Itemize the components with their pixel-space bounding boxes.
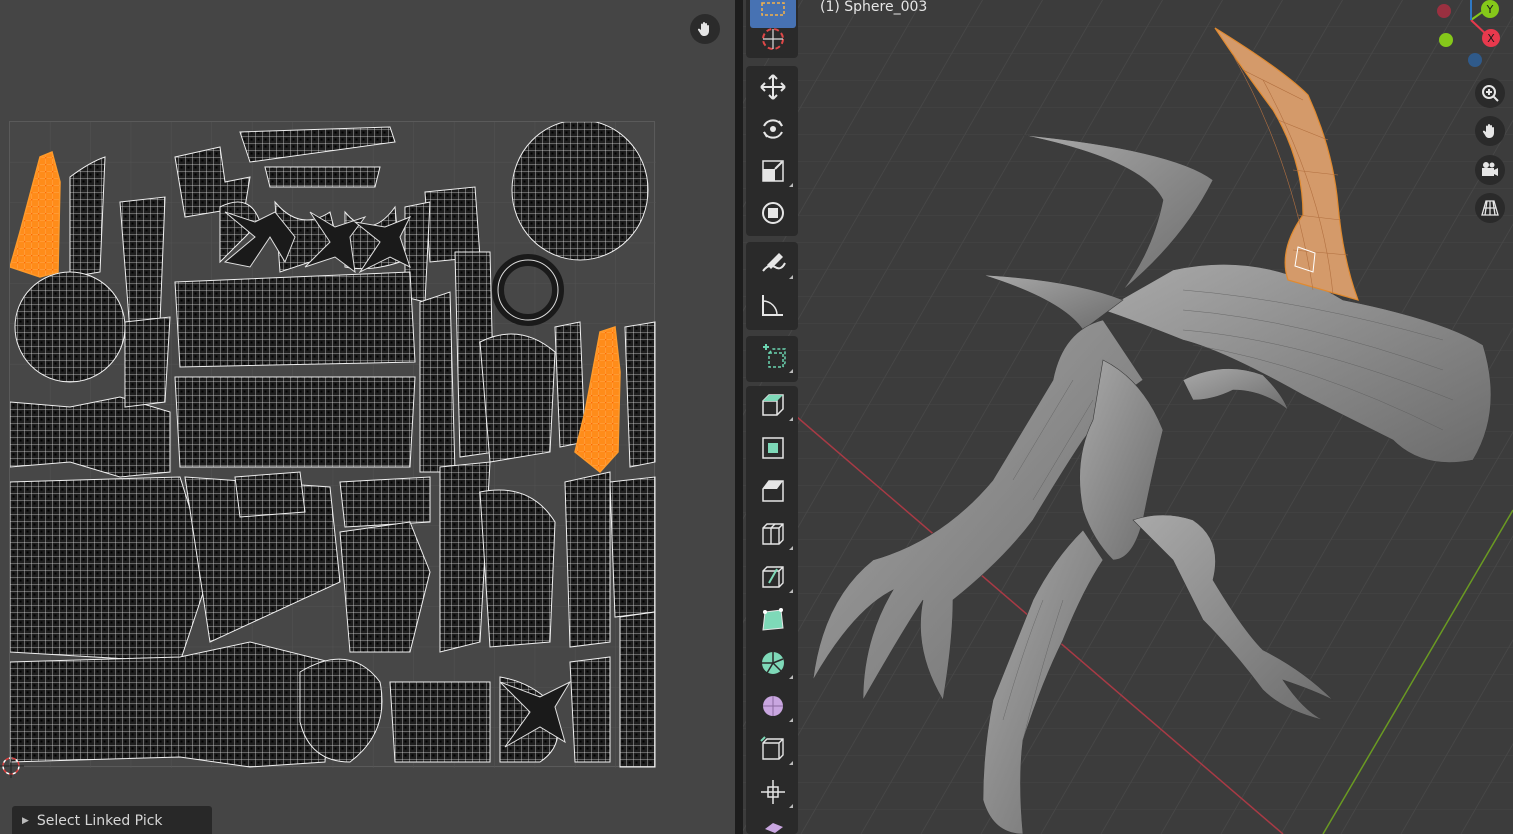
tool-group-add (746, 336, 798, 382)
y-axis-label: Y (1486, 3, 1494, 16)
poly-build-icon (762, 608, 784, 631)
knife-tool[interactable] (750, 558, 796, 596)
3d-viewport[interactable]: (1) Sphere_003 Y X (743, 0, 1513, 834)
operator-panel-label: Select Linked Pick (36, 813, 163, 829)
camera-icon (1482, 162, 1498, 176)
extrude-tool[interactable] (750, 386, 796, 424)
zoom-icon (1482, 85, 1499, 102)
object-info-label: (1) Sphere_003 (820, 0, 928, 15)
grid-perspective-icon (1481, 200, 1499, 216)
scale-tool[interactable] (750, 152, 796, 190)
pan-hand-icon (1482, 124, 1494, 138)
tool-group-transform (746, 66, 798, 236)
camera-view-button[interactable] (1475, 155, 1505, 185)
annotate-tool[interactable] (750, 244, 796, 282)
rotate-icon (763, 119, 783, 139)
measure-tool[interactable] (750, 286, 796, 324)
scale-icon (762, 160, 784, 182)
shear-icon (765, 823, 783, 833)
spin-icon (762, 652, 784, 674)
annotate-icon (762, 253, 786, 272)
edge-slide-tool[interactable] (750, 730, 796, 768)
smooth-tool[interactable] (750, 687, 796, 725)
last-operator-panel[interactable]: ▶ Select Linked Pick (12, 806, 212, 834)
tool-group-select (746, 0, 798, 58)
rotate-tool[interactable] (750, 110, 796, 148)
loop-cut-icon (762, 523, 784, 545)
cursor-tool[interactable] (750, 20, 796, 58)
measure-icon (762, 295, 783, 316)
poly-build-tool[interactable] (750, 601, 796, 639)
loop-cut-tool[interactable] (750, 515, 796, 553)
transform-icon (762, 202, 784, 224)
pan-hand-icon[interactable] (690, 14, 720, 44)
uv-2d-cursor-icon[interactable] (0, 754, 24, 782)
tool-shelf (746, 0, 798, 834)
tool-group-mesh (746, 386, 798, 834)
spin-tool[interactable] (750, 644, 796, 682)
neg-x-axis-icon[interactable] (1437, 4, 1451, 18)
area-divider[interactable] (735, 0, 743, 834)
x-axis-label: X (1487, 32, 1495, 45)
shrink-fatten-icon (761, 780, 785, 804)
transform-tool[interactable] (750, 194, 796, 232)
smooth-icon (763, 696, 783, 716)
neg-z-axis-icon[interactable] (1468, 53, 1482, 67)
edge-slide-icon (760, 736, 784, 760)
pan-button[interactable] (1475, 116, 1505, 146)
uv-texture-space[interactable] (9, 121, 656, 768)
uv-editor[interactable]: ▶ Select Linked Pick (0, 0, 735, 834)
inset-icon (762, 437, 784, 459)
add-cube-tool[interactable] (750, 338, 796, 376)
cursor-icon (762, 28, 784, 50)
bevel-tool[interactable] (750, 472, 796, 510)
bevel-icon (762, 480, 784, 502)
neg-y-axis-icon[interactable] (1439, 33, 1453, 47)
shear-tool[interactable] (750, 814, 796, 834)
perspective-toggle-button[interactable] (1475, 193, 1505, 223)
inset-tool[interactable] (750, 429, 796, 467)
add-cube-icon (763, 344, 786, 368)
knife-icon (762, 566, 784, 588)
navigation-gizmo[interactable]: Y X (1403, 0, 1513, 75)
expand-triangle-icon[interactable]: ▶ (22, 816, 29, 826)
move-tool[interactable] (750, 68, 796, 106)
shrink-fatten-tool[interactable] (750, 773, 796, 811)
tool-group-annotate (746, 242, 798, 330)
zoom-button[interactable] (1475, 78, 1505, 108)
select-box-icon (761, 2, 785, 16)
extrude-icon (762, 394, 784, 416)
viewport-scene (743, 0, 1513, 834)
move-icon (760, 74, 786, 100)
